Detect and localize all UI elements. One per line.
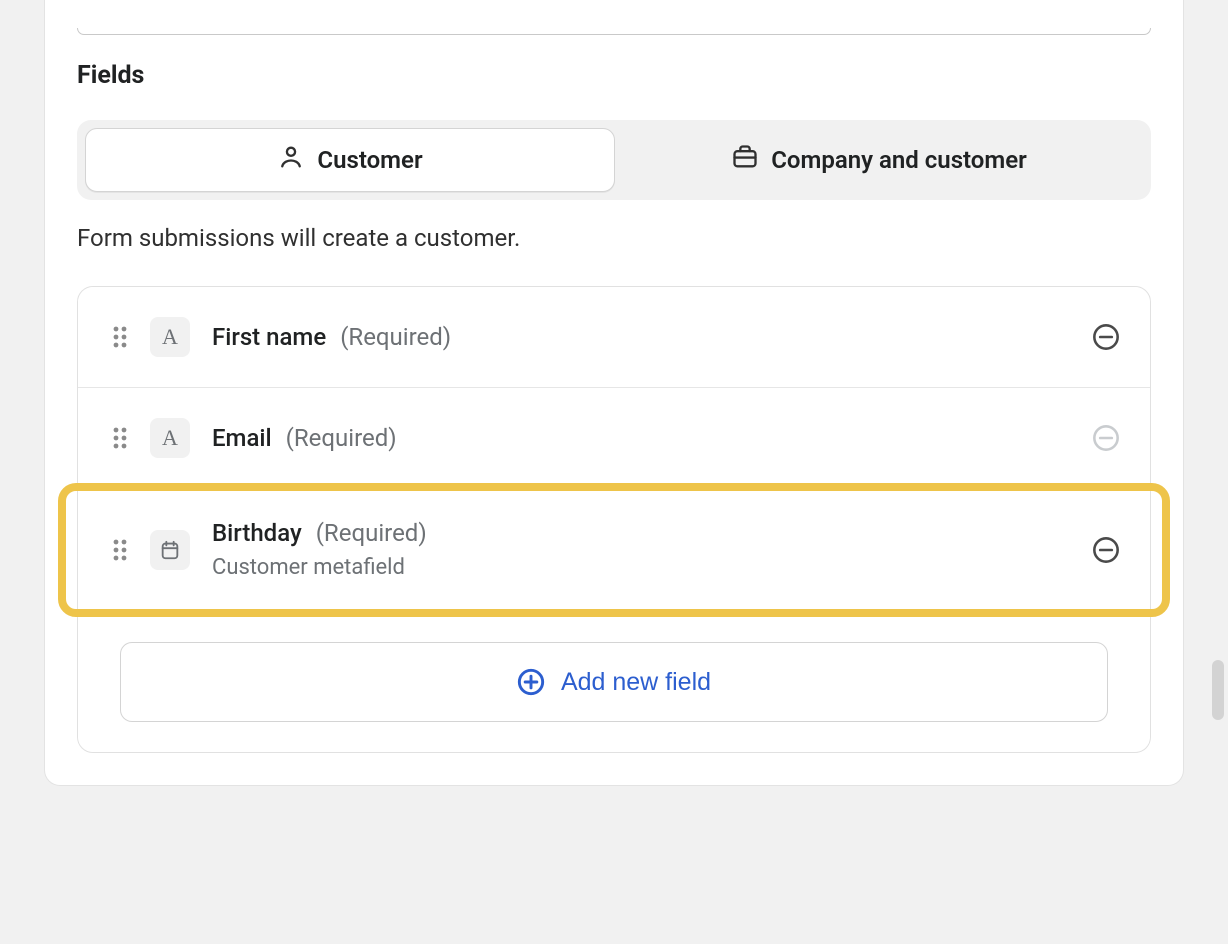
scrollbar-thumb[interactable] bbox=[1212, 660, 1224, 720]
text-icon-glyph: A bbox=[162, 425, 178, 451]
help-text: Form submissions will create a customer. bbox=[77, 224, 1151, 252]
calendar-icon bbox=[150, 530, 190, 570]
field-row-birthday[interactable]: Birthday (Required) Customer metafield bbox=[78, 489, 1150, 611]
drag-handle-icon[interactable] bbox=[108, 538, 132, 562]
add-button-label: Add new field bbox=[561, 668, 711, 697]
add-new-field-button[interactable]: Add new field bbox=[120, 642, 1108, 722]
form-fields-card: Fields Customer Company and customer For… bbox=[44, 0, 1184, 786]
field-label: First name bbox=[212, 323, 326, 351]
field-required-badge: (Required) bbox=[286, 424, 397, 452]
form-type-segmented-control: Customer Company and customer bbox=[77, 120, 1151, 200]
field-required-badge: (Required) bbox=[340, 323, 451, 351]
segment-company[interactable]: Company and customer bbox=[615, 128, 1143, 192]
field-subtext: Customer metafield bbox=[212, 555, 427, 580]
segment-company-label: Company and customer bbox=[771, 146, 1027, 174]
segment-customer[interactable]: Customer bbox=[85, 128, 615, 192]
field-row-email[interactable]: A Email (Required) bbox=[78, 388, 1150, 489]
field-label: Birthday bbox=[212, 519, 302, 547]
section-title: Fields bbox=[77, 61, 1151, 90]
field-text-column: Birthday (Required) Customer metafield bbox=[212, 519, 427, 580]
text-field-icon: A bbox=[150, 418, 190, 458]
segment-customer-label: Customer bbox=[317, 146, 422, 174]
fields-list: A First name (Required) A Email (Require… bbox=[77, 286, 1151, 753]
field-label: Email bbox=[212, 424, 272, 452]
text-field-icon: A bbox=[150, 317, 190, 357]
person-icon bbox=[277, 143, 305, 177]
collapsed-previous-field bbox=[77, 28, 1151, 35]
field-row-first-name[interactable]: A First name (Required) bbox=[78, 287, 1150, 388]
remove-field-button-disabled bbox=[1092, 424, 1120, 452]
remove-field-button[interactable] bbox=[1092, 536, 1120, 564]
text-icon-glyph: A bbox=[162, 324, 178, 350]
briefcase-icon bbox=[731, 143, 759, 177]
drag-handle-icon[interactable] bbox=[108, 325, 132, 349]
drag-handle-icon[interactable] bbox=[108, 426, 132, 450]
remove-field-button[interactable] bbox=[1092, 323, 1120, 351]
field-required-badge: (Required) bbox=[316, 519, 427, 547]
add-field-row: Add new field bbox=[78, 611, 1150, 752]
